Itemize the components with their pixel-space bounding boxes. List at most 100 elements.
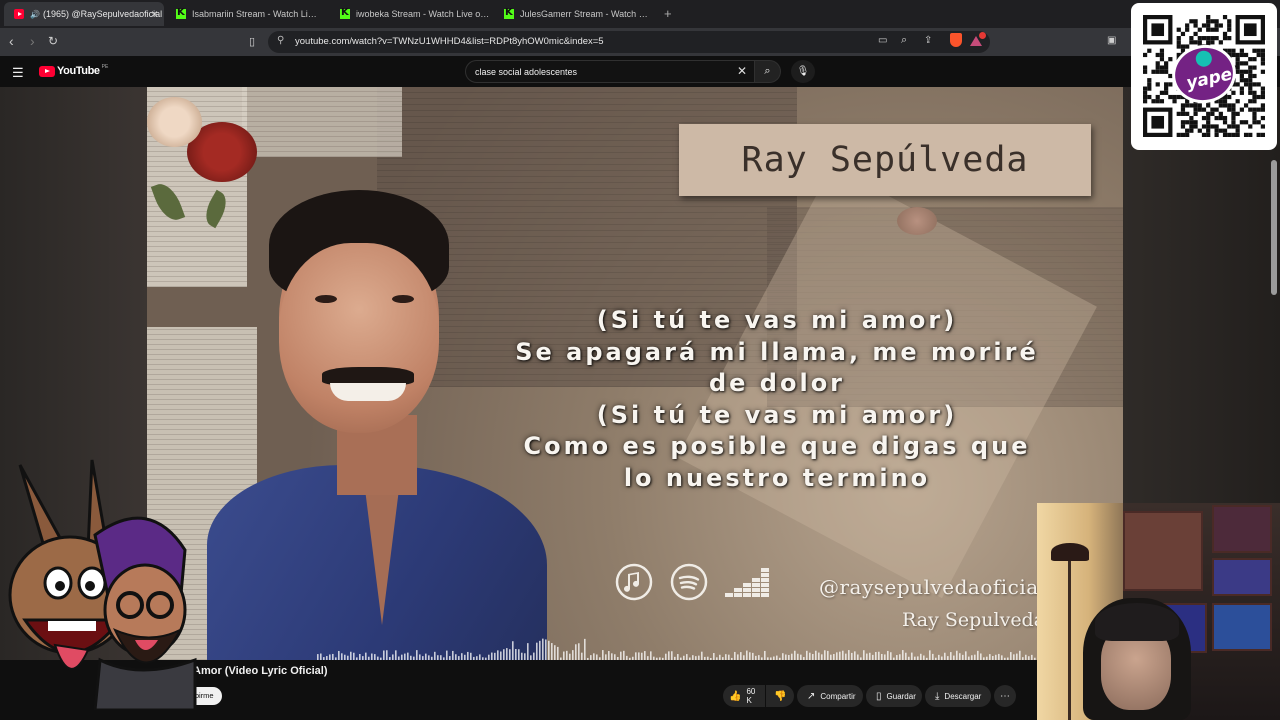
video-player[interactable]: Ray Sepúlveda (Si tú te vas mi amor) Se … bbox=[147, 87, 1123, 660]
plus-icon[interactable]: + bbox=[664, 6, 672, 21]
clear-search-icon[interactable]: ✕ bbox=[737, 64, 747, 78]
like-button[interactable]: 👍 60 K bbox=[723, 685, 765, 707]
lyric-line: Como es posible que digas que bbox=[523, 432, 1031, 460]
qr-module bbox=[1252, 94, 1257, 100]
qr-module bbox=[1227, 94, 1232, 100]
tab-kick-3[interactable]: JulesGamerr Stream - Watch Live on Kick bbox=[494, 2, 654, 26]
qr-module bbox=[1227, 103, 1232, 108]
waveform-bar bbox=[863, 650, 865, 660]
qr-module bbox=[1256, 94, 1261, 100]
waveform-bar bbox=[467, 651, 469, 660]
artist-name-plaque: Ray Sepúlveda bbox=[679, 124, 1091, 196]
sidebar-toggle-icon[interactable]: ▣ bbox=[1107, 35, 1116, 46]
url-text[interactable]: youtube.com/watch?v=TWNzU1WHHD4&list=RDP… bbox=[295, 36, 604, 47]
share-icon[interactable]: ⇪ bbox=[924, 35, 932, 46]
qr-module bbox=[1222, 128, 1228, 133]
qr-module bbox=[1227, 124, 1232, 129]
qr-module bbox=[1197, 36, 1202, 41]
waveform-bar bbox=[851, 652, 853, 660]
back-arrow-icon[interactable]: ‹ bbox=[9, 33, 14, 49]
waveform-bar bbox=[638, 652, 640, 660]
qr-module bbox=[1185, 132, 1190, 137]
menu-icon[interactable]: ☰ bbox=[12, 65, 24, 81]
qr-module bbox=[1227, 36, 1232, 41]
qr-module bbox=[1239, 52, 1244, 58]
qr-module bbox=[1155, 82, 1160, 87]
qr-module bbox=[1159, 99, 1165, 104]
qr-module bbox=[1231, 132, 1236, 137]
qr-module bbox=[1231, 120, 1236, 125]
waveform-bar bbox=[641, 652, 643, 660]
qr-module bbox=[1164, 61, 1169, 66]
qr-module bbox=[1197, 107, 1202, 112]
tab-kick-1[interactable]: Isabmariin Stream - Watch Live on Kick bbox=[166, 2, 326, 26]
waveform-bar bbox=[353, 652, 355, 660]
dislike-button[interactable]: 👎 bbox=[766, 685, 794, 707]
tab-kick-2[interactable]: iwobeka Stream - Watch Live on Kick bbox=[330, 2, 490, 26]
tab-title: Isabmariin Stream - Watch Live on Kick bbox=[192, 9, 320, 19]
waveform-bar bbox=[383, 650, 385, 660]
qr-module bbox=[1222, 36, 1228, 41]
qr-module bbox=[1260, 48, 1265, 53]
waveform-bar bbox=[671, 651, 673, 660]
forward-arrow-icon[interactable]: › bbox=[30, 33, 35, 49]
share-button[interactable]: ↗ Compartir bbox=[797, 685, 863, 707]
qr-module bbox=[1164, 65, 1169, 70]
artist-handle: @raysepulvedaoficial bbox=[819, 575, 1046, 599]
qr-module bbox=[1252, 107, 1257, 112]
page-scrollbar[interactable] bbox=[1271, 160, 1277, 295]
waveform-bar bbox=[386, 650, 388, 660]
waveform-bar bbox=[578, 643, 580, 660]
waveform-bar bbox=[452, 650, 454, 660]
waveform-bar bbox=[563, 651, 565, 660]
qr-module bbox=[1227, 23, 1232, 28]
qr-module bbox=[1210, 124, 1215, 129]
search-input[interactable]: clase social adolescentes bbox=[465, 60, 755, 83]
qr-module bbox=[1235, 69, 1240, 74]
cast-icon[interactable]: ▭ bbox=[878, 35, 887, 46]
qr-module bbox=[1239, 48, 1244, 53]
waveform-bar bbox=[365, 652, 367, 660]
qr-module bbox=[1248, 73, 1253, 79]
qr-module bbox=[1231, 107, 1236, 112]
qr-module bbox=[1214, 23, 1219, 28]
qr-module bbox=[1193, 111, 1198, 116]
bookmark-icon[interactable]: ▯ bbox=[249, 35, 255, 48]
lyrics-block: (Si tú te vas mi amor) Se apagará mi lla… bbox=[477, 305, 1077, 494]
qr-module bbox=[1189, 120, 1194, 125]
brave-shield-icon[interactable] bbox=[950, 33, 962, 47]
qr-module bbox=[1206, 120, 1211, 125]
site-settings-icon[interactable]: ⚲ bbox=[277, 35, 284, 46]
qr-module bbox=[1193, 107, 1198, 112]
qr-module bbox=[1189, 124, 1194, 129]
qr-module bbox=[1147, 48, 1152, 53]
download-button[interactable]: ⤓ Descargar bbox=[925, 685, 991, 707]
waveform-bar bbox=[470, 652, 472, 660]
qr-module bbox=[1239, 78, 1244, 83]
zoom-icon[interactable]: ⌕ bbox=[901, 34, 907, 47]
qr-module bbox=[1260, 103, 1265, 108]
qr-finder bbox=[1151, 115, 1165, 129]
tab-youtube[interactable]: 🔊 (1965) @RaySepulvedaoficial × bbox=[4, 2, 164, 26]
speaker-icon[interactable]: 🔊 bbox=[30, 10, 40, 19]
waveform-bar bbox=[494, 652, 496, 660]
waveform-bar bbox=[518, 649, 520, 660]
voice-search-button[interactable]: 🎙 bbox=[791, 60, 815, 83]
close-icon[interactable]: × bbox=[151, 7, 158, 21]
youtube-logo[interactable]: YouTube PE bbox=[39, 64, 108, 77]
kick-favicon-icon bbox=[504, 7, 514, 19]
search-value[interactable]: clase social adolescentes bbox=[475, 67, 577, 77]
lyric-line: (Si tú te vas mi amor) bbox=[596, 400, 958, 429]
qr-module bbox=[1235, 61, 1240, 66]
search-button[interactable]: ⌕ bbox=[755, 60, 781, 83]
qr-module bbox=[1243, 69, 1249, 74]
qr-module bbox=[1248, 82, 1253, 87]
save-button[interactable]: ▯ Guardar bbox=[866, 685, 922, 707]
more-actions-button[interactable]: ⋯ bbox=[994, 685, 1016, 707]
qr-module bbox=[1143, 65, 1148, 70]
logo-text: YouTube bbox=[57, 65, 100, 77]
reload-icon[interactable]: ↻ bbox=[48, 34, 58, 48]
qr-module bbox=[1227, 48, 1232, 53]
qr-module bbox=[1180, 120, 1186, 125]
lamp bbox=[1051, 543, 1089, 561]
